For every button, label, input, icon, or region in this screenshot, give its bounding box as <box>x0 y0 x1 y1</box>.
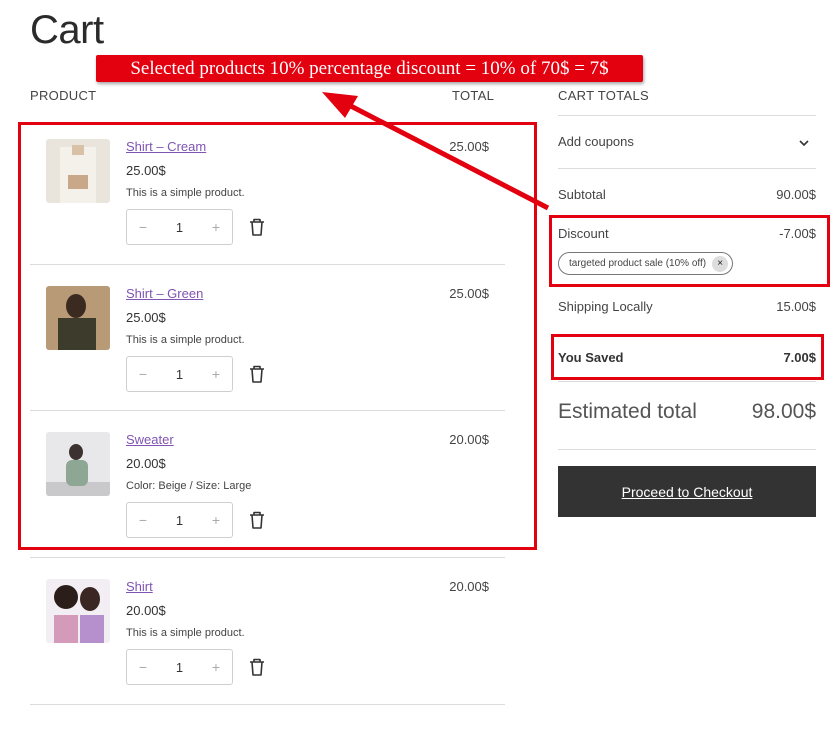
product-name-link[interactable]: Shirt <box>126 579 153 594</box>
divider <box>558 449 816 450</box>
add-coupons-label: Add coupons <box>558 134 634 149</box>
total-column-header: TOTAL <box>452 88 495 103</box>
items-highlight-box <box>18 122 537 550</box>
subtotal-row: Subtotal 90.00$ <box>558 187 816 202</box>
estimated-total-row: Estimated total 98.00$ <box>558 400 816 424</box>
proceed-to-checkout-button[interactable]: Proceed to Checkout <box>558 466 816 517</box>
quantity-stepper: − 1 + <box>126 649 233 685</box>
increase-quantity-button[interactable]: + <box>210 659 222 675</box>
product-price: 20.00$ <box>126 603 166 618</box>
quantity-value[interactable]: 1 <box>176 660 183 675</box>
divider <box>558 381 816 382</box>
cart-totals-heading: CART TOTALS <box>558 88 649 103</box>
product-description: This is a simple product. <box>126 627 245 639</box>
trash-icon[interactable] <box>248 657 266 677</box>
annotation-banner: Selected products 10% percentage discoun… <box>96 55 643 82</box>
estimated-total-label: Estimated total <box>558 400 697 423</box>
chevron-down-icon <box>799 140 809 147</box>
subtotal-value: 90.00$ <box>776 187 816 202</box>
shipping-value: 15.00$ <box>776 299 816 314</box>
estimated-total-value: 98.00$ <box>751 400 816 423</box>
divider <box>558 168 816 169</box>
cart-item: Shirt 20.00$ This is a simple product. 2… <box>30 579 505 705</box>
product-thumbnail[interactable] <box>46 579 110 643</box>
product-column-header: PRODUCT <box>30 88 97 103</box>
shipping-label: Shipping Locally <box>558 299 653 314</box>
divider <box>558 115 816 116</box>
add-coupons-toggle[interactable]: Add coupons <box>558 134 816 149</box>
decrease-quantity-button[interactable]: − <box>137 659 149 675</box>
shipping-row: Shipping Locally 15.00$ <box>558 299 816 314</box>
you-saved-highlight-box <box>551 334 824 380</box>
discount-highlight-box <box>549 215 830 287</box>
subtotal-label: Subtotal <box>558 187 606 202</box>
line-total: 20.00$ <box>449 579 489 594</box>
page-title: Cart <box>30 8 104 52</box>
